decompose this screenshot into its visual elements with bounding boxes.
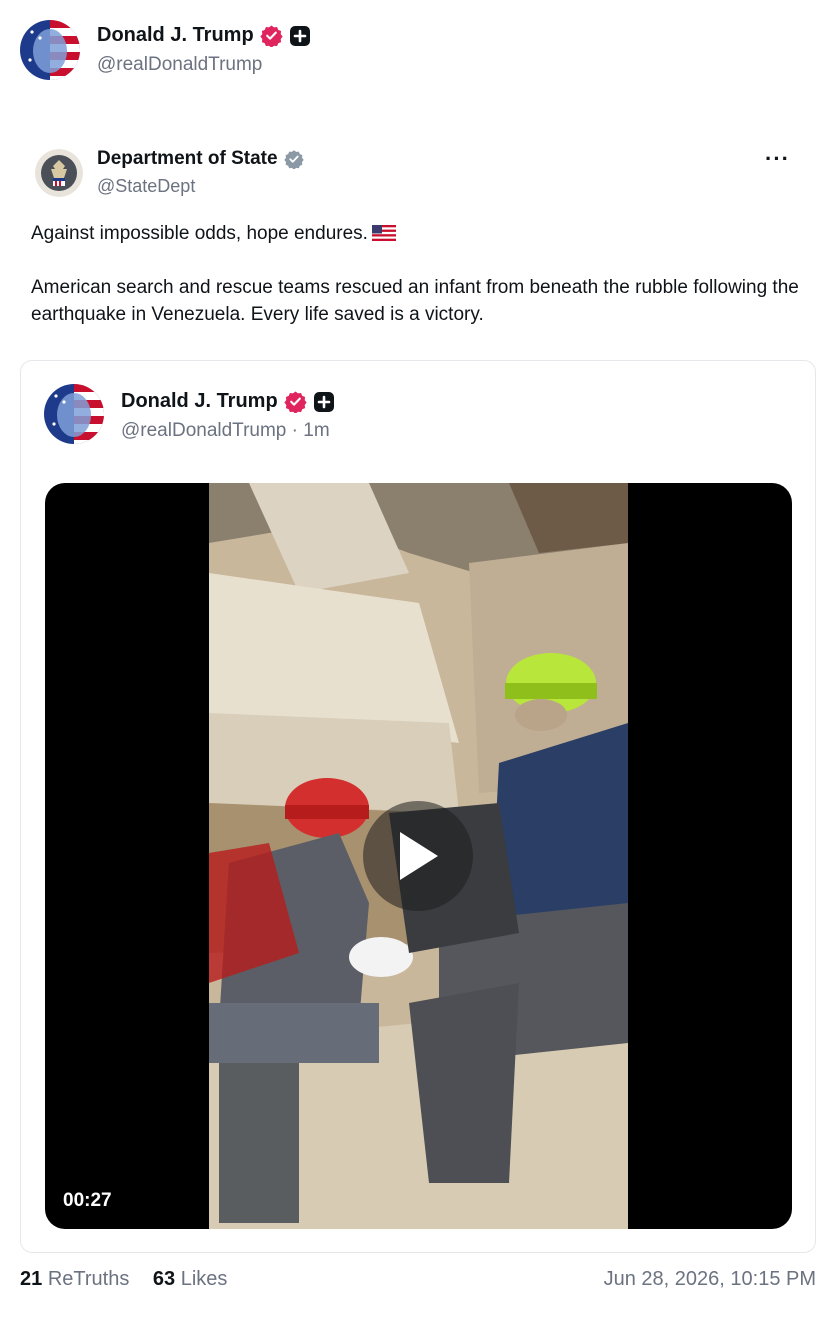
likes-stat[interactable]: 63 Likes: [153, 1268, 228, 1290]
retruth-author-name[interactable]: Department of State: [97, 148, 278, 170]
retruths-stat[interactable]: 21 ReTruths: [20, 1268, 129, 1290]
quoted-author-handle-time[interactable]: @realDonaldTrump · 1m: [121, 420, 335, 442]
retruth-block: Department of State @StateDept ···: [30, 146, 810, 197]
retruths-count: 21: [20, 1268, 43, 1290]
post-text-line1: Against impossible odds, hope endures.: [31, 223, 368, 244]
likes-label: Likes: [180, 1268, 228, 1290]
author-handle[interactable]: @realDonaldTrump: [97, 54, 311, 76]
verified-badge-icon: [283, 150, 304, 169]
video-duration: 00:27: [63, 1190, 112, 1211]
quoted-author-avatar[interactable]: [44, 384, 104, 444]
quoted-author-name[interactable]: Donald J. Trump: [121, 390, 278, 413]
verified-badge-icon: [260, 25, 283, 47]
verified-badge-icon: [284, 391, 307, 413]
plus-badge-icon: [289, 25, 310, 46]
us-flag-icon: [371, 225, 396, 241]
post-stats: 21 ReTruths 63 Likes Jun 28, 2026, 10:15…: [20, 1268, 816, 1291]
post-timestamp[interactable]: Jun 28, 2026, 10:15 PM: [604, 1268, 816, 1291]
plus-badge-icon: [313, 391, 334, 412]
author-avatar[interactable]: [20, 20, 80, 80]
more-options-button[interactable]: ···: [765, 146, 790, 172]
play-button[interactable]: [363, 801, 473, 911]
post-text-body: American search and rescue teams rescued…: [31, 277, 799, 325]
quoted-post-card[interactable]: Donald J. Trump @realDonaldTrump · 1m 00…: [20, 360, 816, 1253]
play-icon: [400, 832, 438, 880]
likes-count: 63: [152, 1268, 176, 1290]
post-author: Donald J. Trump @realDonaldTrump: [20, 20, 311, 80]
video-player[interactable]: 00:27: [45, 483, 792, 1229]
post-text: Against impossible odds, hope endures. A…: [31, 220, 801, 328]
retruth-author-handle[interactable]: @StateDept: [97, 176, 304, 197]
state-dept-seal-avatar[interactable]: [35, 149, 83, 197]
author-name[interactable]: Donald J. Trump: [97, 24, 254, 47]
retruths-label: ReTruths: [47, 1268, 130, 1290]
